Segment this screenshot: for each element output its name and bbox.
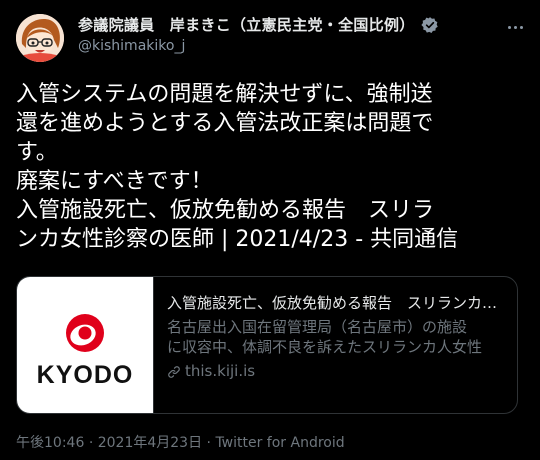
card-description-line: 名古屋出入国在留管理局（名古屋市）の施設 <box>167 318 468 336</box>
tweet-source[interactable]: Twitter for Android <box>215 435 344 451</box>
kyodo-logo-text: KYODO <box>36 361 134 389</box>
card-domain-row[interactable]: this.kiji.is <box>167 361 505 381</box>
card-thumbnail[interactable]: KYODO <box>17 277 154 413</box>
tweet-text: 入管システムの問題を解決せずに、強制送 還を進めようとする入管法改正案は問題で … <box>16 80 526 254</box>
tweet-time[interactable]: 午後10:46 <box>16 435 84 451</box>
card-title[interactable]: 入管施設死亡、仮放免勧める報告 スリランカ女性診察の医師 <box>167 293 505 313</box>
avatar[interactable] <box>16 14 64 62</box>
verified-badge-icon <box>420 16 439 34</box>
link-icon <box>167 364 181 378</box>
author-display-name[interactable]: 参議院議員 岸まきこ（立憲民主党・全国比例） <box>78 14 415 35</box>
avatar-illustration-icon <box>16 14 64 62</box>
more-options-icon[interactable] <box>504 16 526 38</box>
tweet-text-line: 入管システムの問題を解決せずに、強制送 <box>16 82 433 107</box>
tweet-text-line: ンカ女性診察の医師 | 2021/4/23 - 共同通信 <box>16 227 459 252</box>
tweet-meta: 午後10:46 · 2021年4月23日 · Twitter for Andro… <box>16 432 345 452</box>
tweet-text-line: 入管施設死亡、仮放免勧める報告 スリラ <box>16 198 435 223</box>
tweet-text-line: 還を進めようとする入管法改正案は問題で <box>16 111 434 136</box>
card-body[interactable]: 入管施設死亡、仮放免勧める報告 スリランカ女性診察の医師 名古屋出入国在留管理局… <box>154 277 517 413</box>
tweet-text-line: す。 <box>16 140 58 165</box>
meta-separator: · <box>88 435 94 451</box>
card-domain[interactable]: this.kiji.is <box>185 361 255 381</box>
tweet-date[interactable]: 2021年4月23日 <box>98 435 202 451</box>
kyodo-logo-icon <box>66 314 104 352</box>
meta-separator: · <box>206 435 211 451</box>
card-description: 名古屋出入国在留管理局（名古屋市）の施設 に収容中、体調不良を訴えたスリランカ人… <box>167 317 505 357</box>
author-handle[interactable]: @kishimakiko_j <box>78 38 185 54</box>
tweet-text-line: 廃案にすべきです！ <box>16 169 213 194</box>
link-card[interactable]: KYODO 入管施設死亡、仮放免勧める報告 スリランカ女性診察の医師 名古屋出入… <box>16 276 518 414</box>
tweet: 参議院議員 岸まきこ（立憲民主党・全国比例） @kishimakiko_j 入管… <box>0 0 540 460</box>
card-description-line: に収容中、体調不良を訴えたスリランカ人女性 <box>167 338 483 356</box>
author-name-row[interactable]: 参議院議員 岸まきこ（立憲民主党・全国比例） <box>78 14 439 35</box>
